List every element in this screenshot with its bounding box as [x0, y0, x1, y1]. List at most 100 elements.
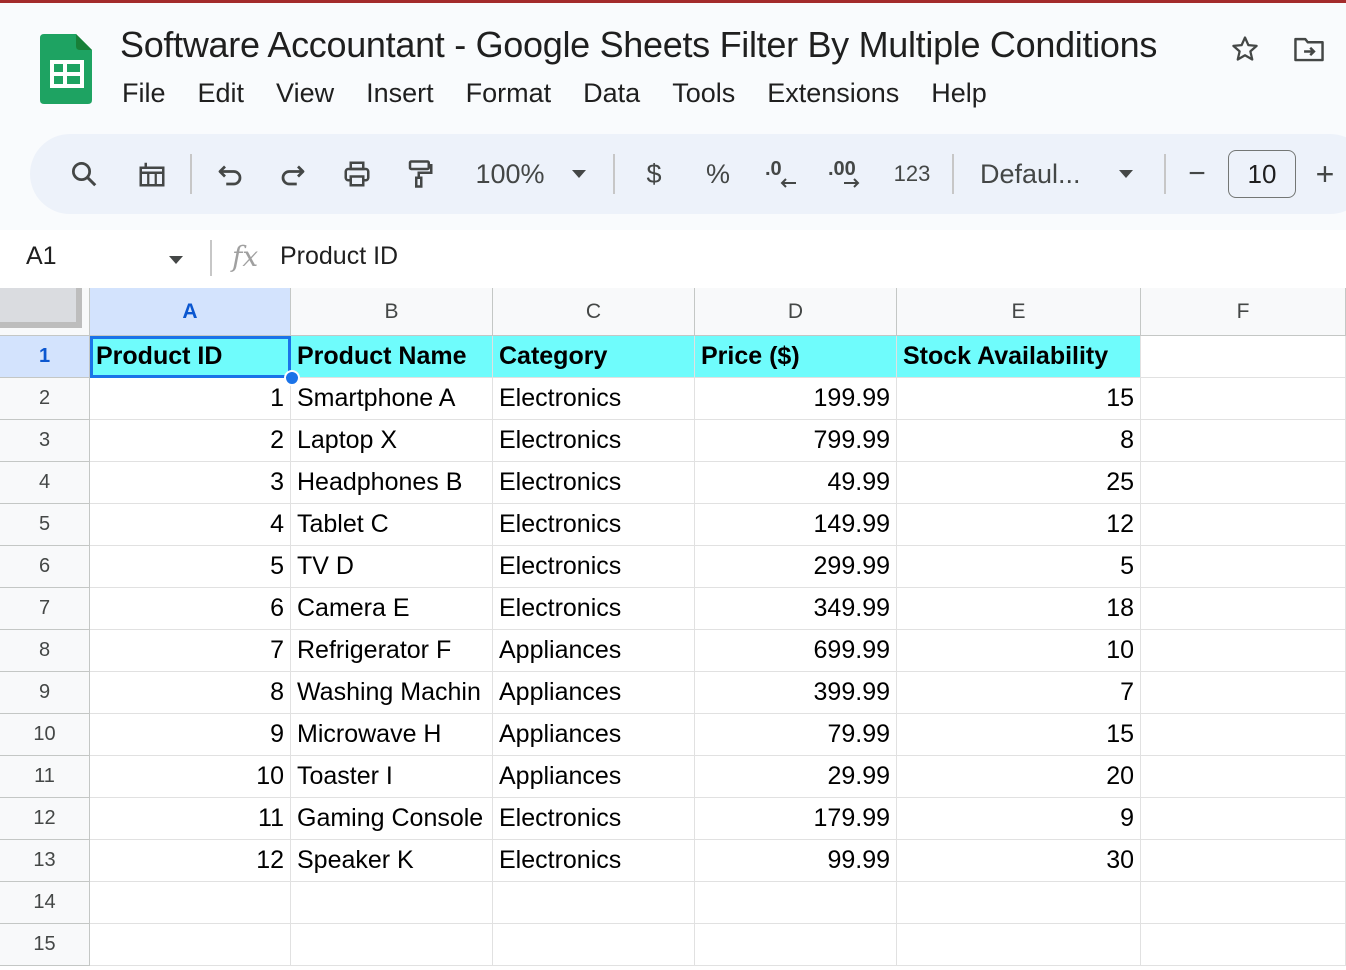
cell-a13[interactable]: 12	[90, 840, 291, 882]
cell-c8[interactable]: Appliances	[493, 630, 695, 672]
name-box[interactable]: A1	[26, 242, 57, 271]
cell-f4[interactable]	[1141, 462, 1346, 504]
row-header-12[interactable]: 12	[0, 798, 90, 840]
cell-c12[interactable]: Electronics	[493, 798, 695, 840]
cell-e4[interactable]: 25	[897, 462, 1141, 504]
increase-font-size-button[interactable]: +	[1310, 134, 1340, 214]
cell-e12[interactable]: 9	[897, 798, 1141, 840]
column-header-e[interactable]: E	[897, 288, 1141, 336]
sheets-logo-icon[interactable]	[40, 34, 92, 104]
column-header-a[interactable]: A	[90, 288, 291, 336]
cell-a4[interactable]: 3	[90, 462, 291, 504]
menu-format[interactable]: Format	[450, 76, 568, 111]
cell-e10[interactable]: 15	[897, 714, 1141, 756]
cell-c11[interactable]: Appliances	[493, 756, 695, 798]
cell-f5[interactable]	[1141, 504, 1346, 546]
cell-a5[interactable]: 4	[90, 504, 291, 546]
formula-input[interactable]: Product ID	[280, 242, 398, 271]
row-header-10[interactable]: 10	[0, 714, 90, 756]
select-all-corner[interactable]	[0, 288, 90, 336]
cell-b1[interactable]: Product Name	[291, 336, 493, 378]
print-icon[interactable]	[337, 134, 377, 214]
cell-e1[interactable]: Stock Availability	[897, 336, 1141, 378]
row-header-9[interactable]: 9	[0, 672, 90, 714]
column-header-f[interactable]: F	[1141, 288, 1346, 336]
cell-d2[interactable]: 199.99	[695, 378, 897, 420]
row-header-7[interactable]: 7	[0, 588, 90, 630]
cell-a9[interactable]: 8	[90, 672, 291, 714]
cell-c9[interactable]: Appliances	[493, 672, 695, 714]
cell-e11[interactable]: 20	[897, 756, 1141, 798]
document-title[interactable]: Software Accountant - Google Sheets Filt…	[120, 24, 1157, 66]
cell-a2[interactable]: 1	[90, 378, 291, 420]
cell-d7[interactable]: 349.99	[695, 588, 897, 630]
cell-e6[interactable]: 5	[897, 546, 1141, 588]
cell-c4[interactable]: Electronics	[493, 462, 695, 504]
cell-b15[interactable]	[291, 924, 493, 966]
cell-d11[interactable]: 29.99	[695, 756, 897, 798]
cell-f13[interactable]	[1141, 840, 1346, 882]
menu-help[interactable]: Help	[915, 76, 1003, 111]
cell-f1[interactable]	[1141, 336, 1346, 378]
zoom-select[interactable]: 100%	[466, 134, 554, 214]
cell-a1[interactable]: Product ID	[90, 336, 291, 378]
cell-f8[interactable]	[1141, 630, 1346, 672]
star-icon[interactable]	[1228, 32, 1262, 66]
cell-b5[interactable]: Tablet C	[291, 504, 493, 546]
menu-extensions[interactable]: Extensions	[751, 76, 915, 111]
row-header-1[interactable]: 1	[0, 336, 90, 378]
column-header-c[interactable]: C	[493, 288, 695, 336]
cell-f7[interactable]	[1141, 588, 1346, 630]
cell-d4[interactable]: 49.99	[695, 462, 897, 504]
move-to-folder-icon[interactable]	[1292, 32, 1326, 66]
row-header-4[interactable]: 4	[0, 462, 90, 504]
cell-c15[interactable]	[493, 924, 695, 966]
cell-b8[interactable]: Refrigerator F	[291, 630, 493, 672]
cell-e14[interactable]	[897, 882, 1141, 924]
cell-a12[interactable]: 11	[90, 798, 291, 840]
column-header-d[interactable]: D	[695, 288, 897, 336]
cell-e5[interactable]: 12	[897, 504, 1141, 546]
cell-c5[interactable]: Electronics	[493, 504, 695, 546]
cell-d13[interactable]: 99.99	[695, 840, 897, 882]
cell-f12[interactable]	[1141, 798, 1346, 840]
row-header-15[interactable]: 15	[0, 924, 90, 966]
row-header-13[interactable]: 13	[0, 840, 90, 882]
cell-a6[interactable]: 5	[90, 546, 291, 588]
redo-icon[interactable]	[273, 134, 313, 214]
cell-a8[interactable]: 7	[90, 630, 291, 672]
cell-f14[interactable]	[1141, 882, 1346, 924]
menu-edit[interactable]: Edit	[182, 76, 261, 111]
cell-d1[interactable]: Price ($)	[695, 336, 897, 378]
cell-c3[interactable]: Electronics	[493, 420, 695, 462]
row-header-6[interactable]: 6	[0, 546, 90, 588]
row-header-8[interactable]: 8	[0, 630, 90, 672]
cell-b10[interactable]: Microwave H	[291, 714, 493, 756]
cell-a15[interactable]	[90, 924, 291, 966]
cell-e15[interactable]	[897, 924, 1141, 966]
row-header-5[interactable]: 5	[0, 504, 90, 546]
cell-f10[interactable]	[1141, 714, 1346, 756]
cell-d3[interactable]: 799.99	[695, 420, 897, 462]
cell-f9[interactable]	[1141, 672, 1346, 714]
cell-e3[interactable]: 8	[897, 420, 1141, 462]
cell-d9[interactable]: 399.99	[695, 672, 897, 714]
increase-decimal-icon[interactable]: .00	[824, 134, 868, 214]
column-header-b[interactable]: B	[291, 288, 493, 336]
decrease-decimal-icon[interactable]: .0	[760, 134, 804, 214]
paint-format-icon[interactable]	[400, 134, 440, 214]
cell-d12[interactable]: 179.99	[695, 798, 897, 840]
cell-c1[interactable]: Category	[493, 336, 695, 378]
cell-d5[interactable]: 149.99	[695, 504, 897, 546]
name-box-caret-down-icon[interactable]	[168, 252, 184, 270]
cell-f15[interactable]	[1141, 924, 1346, 966]
cell-e13[interactable]: 30	[897, 840, 1141, 882]
cell-c13[interactable]: Electronics	[493, 840, 695, 882]
cell-b4[interactable]: Headphones B	[291, 462, 493, 504]
cell-a11[interactable]: 10	[90, 756, 291, 798]
cell-a7[interactable]: 6	[90, 588, 291, 630]
zoom-caret-down-icon[interactable]	[564, 134, 594, 214]
cell-b2[interactable]: Smartphone A	[291, 378, 493, 420]
cell-b14[interactable]	[291, 882, 493, 924]
cell-d15[interactable]	[695, 924, 897, 966]
